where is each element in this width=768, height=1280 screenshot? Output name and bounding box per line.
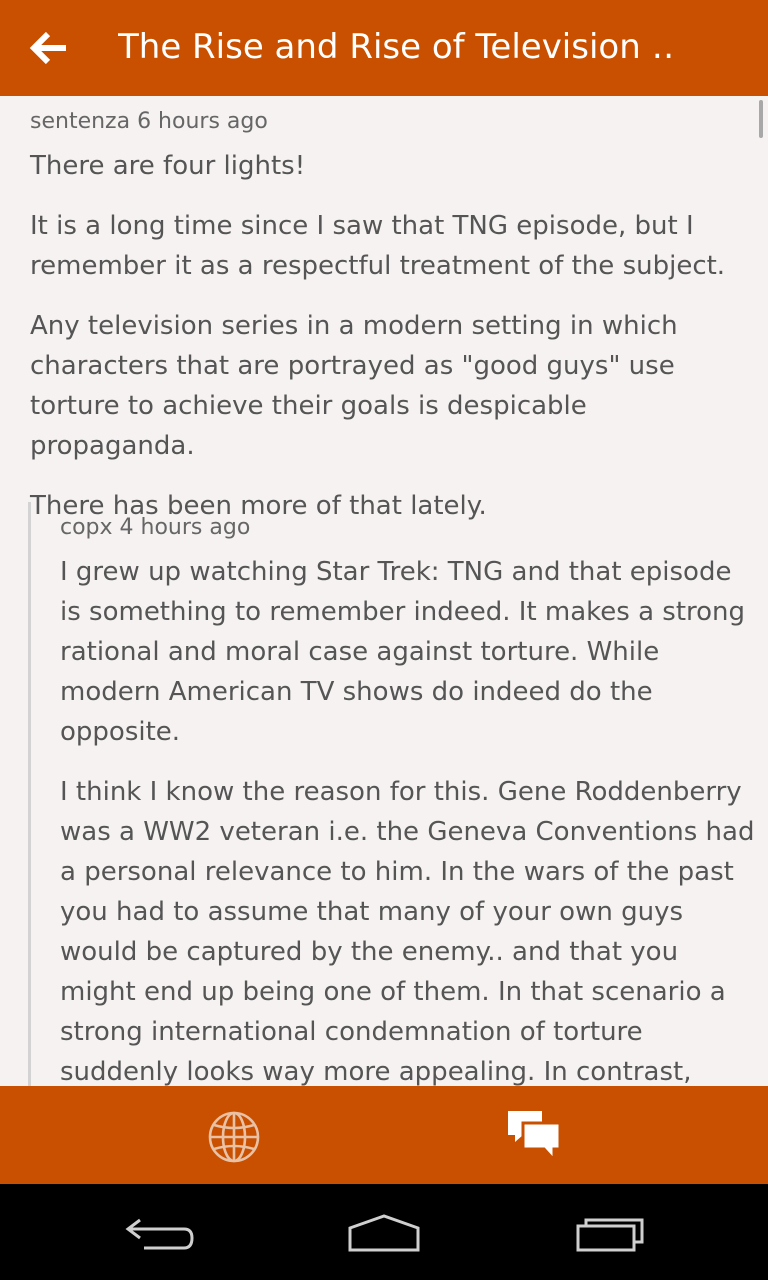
comment-thread[interactable]: sentenza 6 hours ago There are four ligh… <box>0 96 768 1086</box>
comment-paragraph: Any television series in a modern settin… <box>30 311 678 461</box>
comment-paragraph: There are four lights! <box>30 151 306 181</box>
reply-comment: copx 4 hours ago I grew up watching Star… <box>28 502 760 1086</box>
scrollbar[interactable] <box>759 100 763 138</box>
back-icon[interactable] <box>124 1212 196 1256</box>
comment-paragraph: It is a long time since I saw that TNG e… <box>30 211 726 281</box>
comment: sentenza 6 hours ago There are four ligh… <box>30 108 740 546</box>
arrow-left-icon[interactable] <box>28 26 72 70</box>
reply-paragraph: I grew up watching Star Trek: TNG and th… <box>60 557 746 747</box>
reply-meta: copx 4 hours ago <box>60 515 251 540</box>
home-icon[interactable] <box>346 1212 422 1256</box>
bottom-bar <box>0 1086 768 1184</box>
app-bar: The Rise and Rise of Television … <box>0 0 768 96</box>
chat-bubbles-icon[interactable] <box>506 1108 564 1166</box>
recents-icon[interactable] <box>574 1212 646 1256</box>
reply-paragraph: I think I know the reason for this. Gene… <box>60 777 755 1086</box>
page-title: The Rise and Rise of Television … <box>118 27 678 67</box>
globe-icon[interactable] <box>206 1109 262 1165</box>
comment-meta: sentenza 6 hours ago <box>30 109 268 134</box>
